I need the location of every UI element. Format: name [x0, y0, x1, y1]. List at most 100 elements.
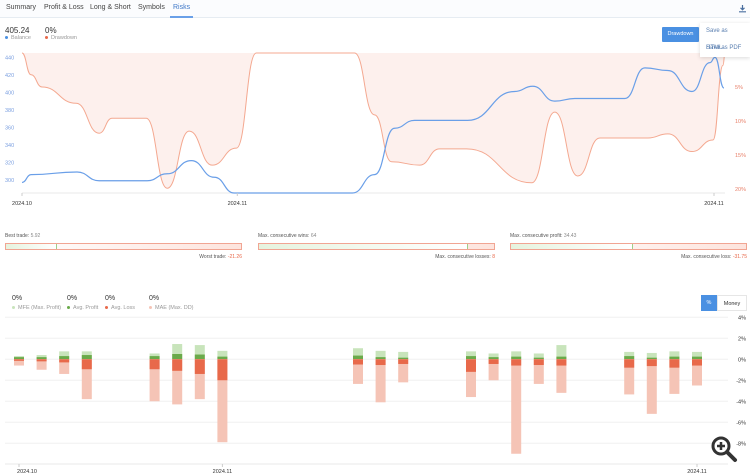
left-axis-tick-label: 380 [5, 108, 14, 114]
avg-profit-bar [172, 354, 183, 360]
right-axis-tick-label: 20% [735, 187, 746, 193]
avg-profit-bar [375, 357, 386, 360]
avg-loss-bar [556, 359, 567, 366]
mae-bar [646, 359, 657, 414]
avg-loss-bar [14, 359, 24, 361]
stat-top-value: 64 [310, 233, 317, 239]
avg-profit-bar [353, 355, 363, 360]
tab-risks[interactable]: Risks [169, 4, 194, 18]
avg-loss-bar [149, 359, 160, 370]
legend-item: Avg. Profit [67, 305, 98, 311]
legend-item: MAE (Max. DD) [149, 305, 194, 311]
drawdown-dot [45, 36, 48, 40]
legend-label: MAE (Max. DD) [155, 305, 194, 311]
y-axis-tick-label: 4% [738, 315, 746, 321]
avg-profit-bar [533, 357, 544, 360]
left-axis-tick-label: 300 [5, 178, 14, 184]
left-axis-tick-label: 360 [5, 125, 14, 131]
avg-profit-bar [149, 356, 160, 360]
avg-loss-bar [646, 359, 657, 367]
drawdown-button[interactable]: Drawdown [662, 27, 699, 42]
y-axis-tick-label: -6% [736, 420, 746, 426]
avg-loss-bar [217, 359, 228, 381]
stat-bottom-value: -31.75 [732, 254, 747, 260]
legend-value: 0% [149, 295, 160, 302]
avg-loss-bar [692, 359, 702, 366]
avg-loss-bar [624, 359, 635, 368]
download-icon[interactable] [738, 4, 747, 13]
avg-profit-bar [646, 357, 657, 360]
tab-profit-loss[interactable]: Profit & Loss [44, 4, 84, 11]
stat-bottom-value: -21.26 [227, 254, 242, 260]
zoom-in-icon[interactable] [710, 435, 738, 463]
stat-ratio-fill [6, 244, 58, 249]
save-as-html[interactable]: Save as HTML [700, 23, 750, 51]
y-axis-tick-label: 0% [738, 357, 746, 363]
avg-profit-bar [556, 356, 567, 360]
right-axis-tick-label: 15% [735, 153, 746, 159]
stat-ratio-fill [511, 244, 634, 249]
avg-loss-bar [669, 359, 680, 368]
avg-profit-bar [36, 357, 47, 360]
stat-bottom-label: Max. consecutive loss: -31.75 [510, 254, 747, 260]
save-as-pdf[interactable]: Save as PDF [700, 40, 750, 57]
avg-loss-bar [375, 359, 386, 366]
avg-profit-bar [59, 356, 70, 360]
balance-drawdown-chart: 300 320 340 360 380 400 420 440 5% 10% 15% 20% 2024.… [5, 52, 746, 207]
drawdown-legend: Drawdown [45, 35, 77, 41]
tab-long-short[interactable]: Long & Short [90, 4, 131, 11]
avg-loss-bar [81, 359, 92, 370]
stat-bottom-name: Worst trade: [199, 254, 227, 260]
x-axis-tick-label: 2024.10 [12, 201, 32, 207]
mae-bar [375, 359, 386, 403]
avg-loss-bar [36, 359, 47, 362]
x-axis-tick-label: 2024.11 [228, 201, 247, 207]
stat-bottom-name: Max. consecutive losses: [435, 254, 491, 260]
y-axis-tick-label: -2% [736, 378, 746, 384]
stat-ratio-bar [258, 243, 495, 250]
export-menu: Save as HTML Save as PDF [700, 23, 750, 57]
avg-profit-bar [466, 356, 476, 360]
stat-bottom-name: Max. consecutive loss: [681, 254, 732, 260]
balance-legend: Balance [5, 35, 31, 41]
left-axis-tick-label: 320 [5, 160, 14, 166]
avg-profit-bar [217, 356, 228, 360]
avg-loss-bar [194, 359, 205, 374]
percent-toggle[interactable]: % [701, 295, 717, 311]
tab-summary[interactable]: Summary [6, 4, 36, 11]
legend-value: 0% [12, 295, 23, 302]
x-axis-tick-label: 2024.11 [687, 469, 706, 475]
money-toggle[interactable]: Money [717, 295, 747, 311]
legend-label: MFE (Max. Profit) [18, 305, 62, 311]
legend-label: Avg. Profit [73, 305, 99, 311]
stat-bottom-label: Worst trade: -21.26 [5, 254, 242, 260]
avg-loss-bar [59, 359, 70, 363]
balance-dot [5, 36, 8, 40]
avg-loss-bar [172, 359, 183, 371]
avg-profit-bar [398, 357, 409, 360]
avg-profit-bar [511, 356, 522, 360]
avg-profit-bar [194, 354, 205, 360]
avg-loss-bar [511, 359, 522, 366]
left-axis-tick-label: 340 [5, 143, 14, 149]
left-axis-tick-label: 440 [5, 55, 14, 61]
right-axis-tick-label: 10% [735, 119, 746, 125]
drawdown-value: 0% [45, 26, 57, 35]
avg-loss-bar [533, 359, 544, 366]
avg-profit-bar [14, 357, 24, 360]
stat-top-label: Max. consecutive profit: 34.43 [510, 233, 576, 239]
legend-dot [149, 306, 152, 310]
legend-label: Avg. Loss [111, 305, 136, 311]
balance-value: 405.24 [5, 26, 30, 35]
stat-bottom-label: Max. consecutive losses: 8 [258, 254, 495, 260]
mfe-mae-chart: 4%2%0%-2%-4%-6%-8%2024.10 2024.11 2024.11 [5, 315, 746, 475]
tab-symbols[interactable]: Symbols [138, 4, 165, 11]
legend-item: MFE (Max. Profit) [12, 305, 61, 311]
avg-loss-bar [353, 359, 363, 365]
legend-value: 0% [105, 295, 116, 302]
x-axis-tick-label: 2024.10 [17, 469, 37, 475]
legend-dot [67, 306, 70, 310]
stat-top-value: 5.92 [30, 233, 41, 239]
stat-top-name: Max. consecutive wins: [258, 233, 310, 239]
avg-profit-bar [669, 356, 680, 360]
